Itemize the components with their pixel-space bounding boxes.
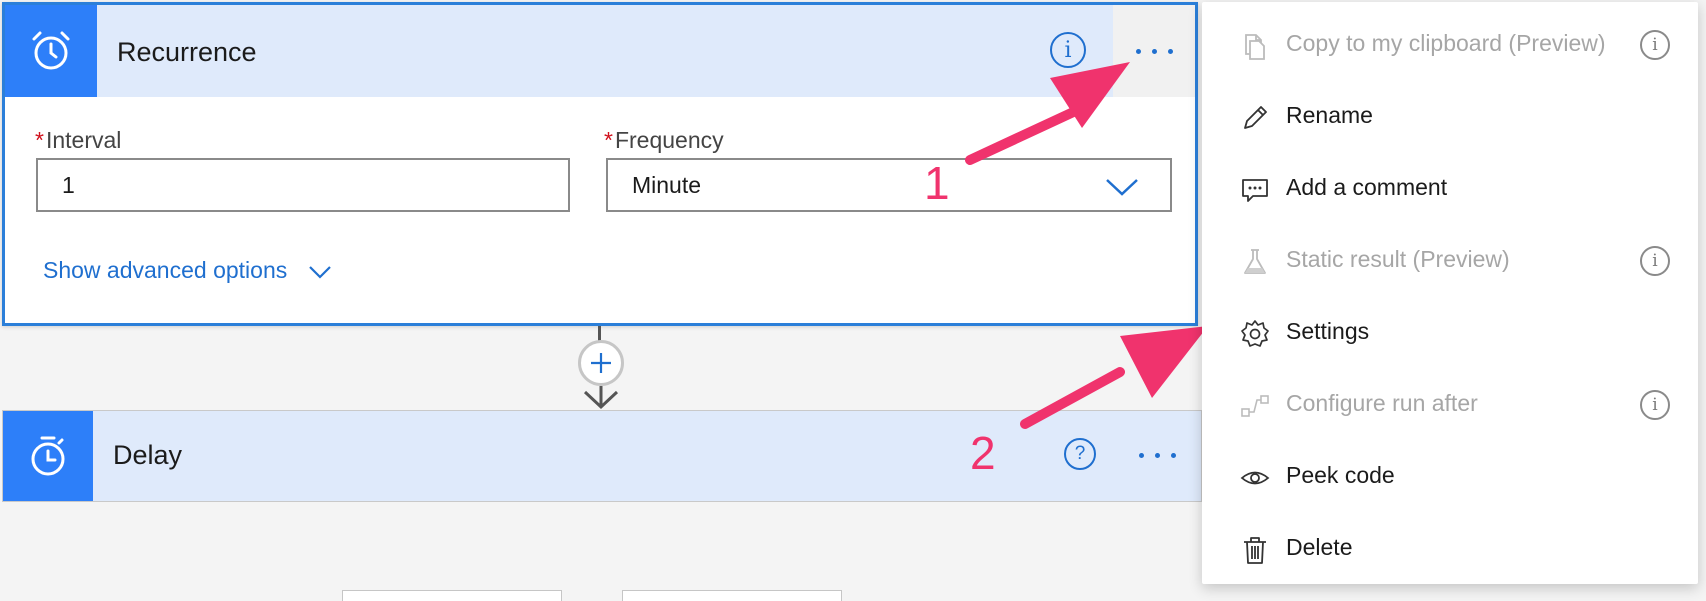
show-advanced-options-link[interactable]: Show advanced options [43, 257, 332, 284]
menu-item-delete[interactable]: Delete [1202, 514, 1698, 586]
more-options-button[interactable] [1139, 453, 1176, 458]
menu-item-add-comment[interactable]: Add a comment [1202, 154, 1698, 226]
menu-item-rename[interactable]: Rename [1202, 82, 1698, 154]
arrow-down-icon [583, 386, 619, 410]
callout-1: 1 [924, 157, 950, 209]
menu-item-static-result[interactable]: Static result (Preview) i [1202, 226, 1698, 298]
menu-item-copy[interactable]: Copy to my clipboard (Preview) i [1202, 10, 1698, 82]
comment-icon [1242, 179, 1268, 202]
frequency-label: *Frequency [604, 127, 724, 153]
trash-icon [1244, 537, 1266, 564]
pencil-icon [1244, 106, 1267, 129]
delay-title: Delay [113, 440, 183, 470]
flask-icon [1244, 249, 1266, 274]
plus-icon [591, 353, 611, 373]
menu-item-configure-run-after[interactable]: Configure run after i [1202, 370, 1698, 442]
menu-item-settings[interactable]: Settings [1202, 298, 1698, 370]
info-icon[interactable]: i [1640, 30, 1670, 60]
chevron-down-icon [1106, 179, 1138, 196]
copy-icon [1245, 34, 1265, 60]
info-icon[interactable]: i [1050, 32, 1086, 68]
interval-input[interactable]: 1 [36, 158, 570, 212]
info-icon[interactable]: i [1640, 246, 1670, 276]
help-icon[interactable]: ? [1064, 438, 1096, 470]
menu-item-peek-code[interactable]: Peek code [1202, 442, 1698, 514]
gear-icon [1241, 320, 1269, 347]
frequency-select[interactable]: Minute [606, 158, 1172, 212]
delay-card[interactable]: Delay ? [2, 410, 1202, 502]
run-after-icon [1241, 395, 1269, 417]
eye-icon [1240, 471, 1270, 485]
interval-label: *Interval [35, 127, 122, 153]
next-step-stub [622, 590, 842, 601]
info-icon[interactable]: i [1640, 390, 1670, 420]
timer-icon [3, 411, 93, 501]
chevron-down-icon [308, 266, 331, 279]
recurrence-card[interactable]: Recurrence i *Interval 1 *Frequency Minu… [2, 2, 1198, 326]
callout-2: 2 [970, 427, 996, 479]
add-step-button[interactable] [578, 340, 624, 386]
action-context-menu: Copy to my clipboard (Preview) i Rename … [1202, 2, 1698, 584]
alarm-clock-icon [5, 5, 97, 97]
more-options-button[interactable] [1113, 5, 1195, 97]
recurrence-title: Recurrence [117, 37, 257, 67]
next-step-stub [342, 590, 562, 601]
recurrence-header[interactable]: Recurrence i [5, 5, 1195, 97]
